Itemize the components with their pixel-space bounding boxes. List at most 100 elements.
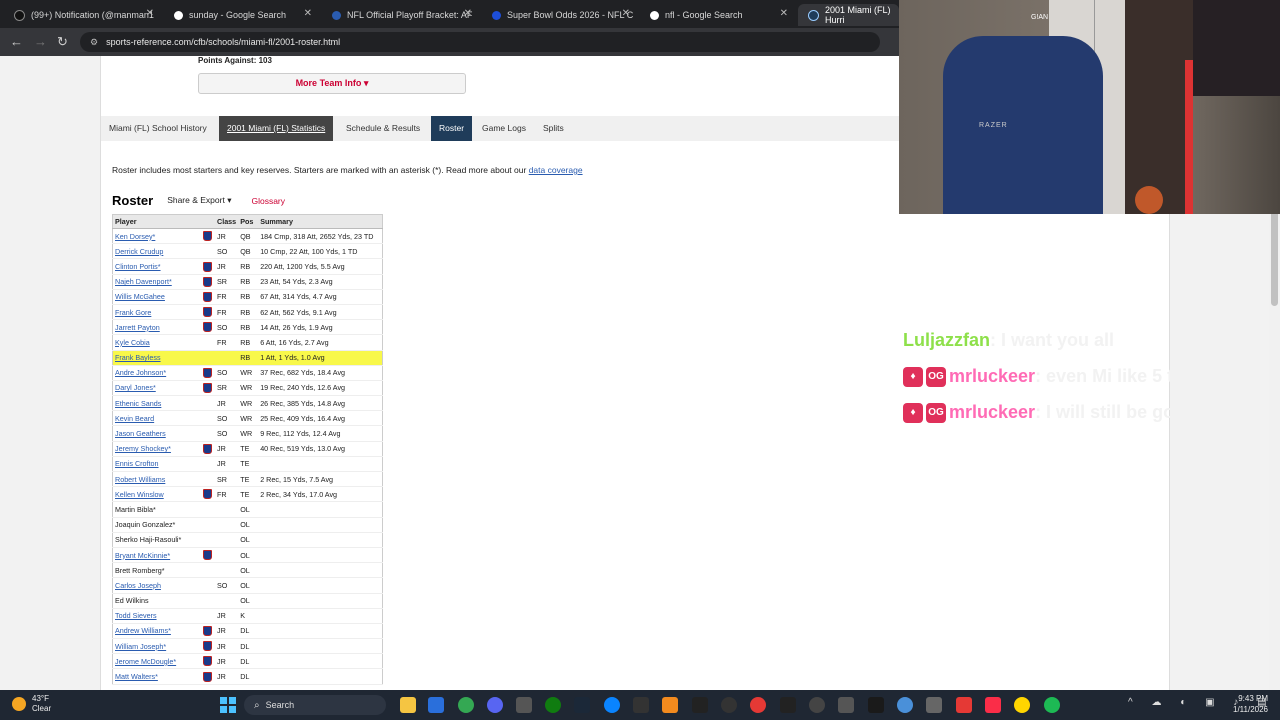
close-icon[interactable]: ✕ bbox=[464, 8, 472, 19]
spotify-icon[interactable] bbox=[1044, 697, 1060, 713]
nfl-shield-icon[interactable] bbox=[203, 322, 212, 333]
browser-tab[interactable]: nfl - Google Search ✕ bbox=[640, 4, 798, 26]
reload-icon[interactable]: ↻ bbox=[57, 34, 68, 50]
settings-icon[interactable] bbox=[721, 697, 737, 713]
player-name[interactable]: Jarrett Payton bbox=[112, 319, 201, 336]
subnav-game-logs[interactable]: Game Logs bbox=[474, 116, 534, 141]
app-icon[interactable] bbox=[1014, 697, 1030, 713]
nfl-shield-icon[interactable] bbox=[203, 261, 212, 272]
player-name[interactable]: Kyle Cobia bbox=[112, 334, 201, 351]
player-name[interactable]: Bryant McKinnie* bbox=[112, 547, 201, 564]
player-name[interactable]: Willis McGahee bbox=[112, 289, 201, 305]
player-name[interactable]: Clinton Portis* bbox=[112, 258, 201, 275]
clock[interactable]: 9:43 PM 1/11/2026 bbox=[1233, 693, 1268, 715]
app-icon[interactable] bbox=[692, 697, 708, 713]
close-icon[interactable]: ✕ bbox=[622, 8, 630, 19]
forward-icon[interactable]: → bbox=[34, 34, 47, 49]
player-name[interactable]: Andrew Williams* bbox=[112, 623, 201, 640]
subnav-school-history[interactable]: Miami (FL) School History bbox=[101, 116, 215, 141]
player-summary: 19 Rec, 240 Yds, 12.6 Avg bbox=[258, 380, 383, 397]
player-name[interactable]: Andre Johnson* bbox=[112, 365, 201, 381]
nfl-shield-icon[interactable] bbox=[203, 307, 212, 318]
column-header-pos[interactable]: Pos bbox=[238, 214, 259, 229]
player-name[interactable]: Frank Gore bbox=[112, 304, 201, 321]
xbox-icon[interactable] bbox=[545, 697, 561, 713]
player-name[interactable]: Ennis Crofton bbox=[112, 456, 201, 473]
app-icon[interactable] bbox=[516, 697, 532, 713]
browser-tab[interactable]: NFL Official Playoff Bracket: AF ✕ bbox=[322, 4, 482, 26]
nfl-shield-icon[interactable] bbox=[203, 276, 212, 287]
nfl-shield-icon[interactable] bbox=[203, 367, 212, 378]
nfl-shield-icon[interactable] bbox=[203, 656, 212, 667]
app-icon[interactable] bbox=[780, 697, 796, 713]
player-class: JR bbox=[215, 608, 239, 624]
browser-tab-active[interactable]: 2001 Miami (FL) Hurri bbox=[798, 4, 899, 26]
nfl-shield-icon[interactable] bbox=[203, 641, 212, 652]
discord-icon[interactable] bbox=[487, 697, 503, 713]
nfl-shield-icon[interactable] bbox=[203, 291, 212, 302]
column-header-summary[interactable]: Summary bbox=[258, 214, 383, 229]
taskbar-search[interactable]: ⌕ Search bbox=[244, 695, 386, 715]
steam-icon[interactable] bbox=[574, 697, 590, 713]
browser-tab[interactable]: (99+) Notification (@manman1 ✕ bbox=[4, 4, 164, 26]
nfl-shield-icon[interactable] bbox=[203, 231, 212, 242]
close-icon[interactable]: ✕ bbox=[304, 8, 312, 19]
player-name[interactable]: Jerome McDougle* bbox=[112, 653, 201, 670]
subnav-statistics[interactable]: 2001 Miami (FL) Statistics bbox=[219, 116, 334, 141]
site-info-icon[interactable]: ⚙ bbox=[90, 37, 98, 48]
edge-icon[interactable] bbox=[604, 697, 620, 713]
subnav-schedule[interactable]: Schedule & Results bbox=[338, 116, 428, 141]
player-name[interactable]: Kellen Winslow bbox=[112, 486, 201, 503]
player-name[interactable]: Ken Dorsey* bbox=[112, 228, 201, 245]
nfl-shield-icon[interactable] bbox=[203, 550, 212, 561]
file-explorer-icon[interactable] bbox=[400, 697, 416, 713]
nfl-shield-icon[interactable] bbox=[203, 443, 212, 454]
app-icon[interactable] bbox=[662, 697, 678, 713]
more-team-info-button[interactable]: More Team Info ▾ bbox=[198, 73, 466, 94]
close-icon[interactable]: ✕ bbox=[146, 8, 154, 19]
windows-start-icon[interactable] bbox=[220, 697, 236, 713]
player-name[interactable]: Ethenic Sands bbox=[112, 395, 201, 412]
player-name[interactable]: Kevin Beard bbox=[112, 410, 201, 427]
player-name[interactable]: Derrick Crudup bbox=[112, 243, 201, 260]
app-icon[interactable] bbox=[897, 697, 913, 713]
column-header-player[interactable]: Player bbox=[112, 214, 201, 229]
nfl-shield-icon[interactable] bbox=[203, 671, 212, 682]
player-name[interactable]: William Joseph* bbox=[112, 638, 201, 655]
subnav-splits[interactable]: Splits bbox=[535, 116, 572, 141]
player-name[interactable]: Daryl Jones* bbox=[112, 380, 201, 397]
subnav-roster[interactable]: Roster bbox=[431, 116, 473, 141]
chrome-icon[interactable] bbox=[458, 697, 474, 713]
player-name[interactable]: Frank Bayless bbox=[112, 350, 201, 366]
app-icon[interactable] bbox=[926, 697, 942, 713]
player-name[interactable]: Carlos Joseph bbox=[112, 577, 201, 594]
nfl-shield-icon[interactable] bbox=[203, 489, 212, 500]
record-icon[interactable] bbox=[750, 697, 766, 713]
weather-widget[interactable]: 43°F Clear bbox=[12, 694, 51, 714]
player-name[interactable]: Matt Walters* bbox=[112, 668, 201, 685]
browser-tab[interactable]: sunday - Google Search ✕ bbox=[164, 4, 322, 26]
store-icon[interactable] bbox=[428, 697, 444, 713]
close-icon[interactable]: ✕ bbox=[780, 8, 788, 19]
player-name[interactable]: Todd Sievers bbox=[112, 608, 201, 624]
glossary-link[interactable]: Glossary bbox=[251, 196, 285, 206]
player-name[interactable]: Najeh Davenport* bbox=[112, 274, 201, 290]
table-row: Martin Bibla* OL bbox=[112, 501, 383, 518]
app-icon[interactable] bbox=[633, 697, 649, 713]
app-icon[interactable] bbox=[868, 697, 884, 713]
back-icon[interactable]: ← bbox=[10, 34, 23, 49]
player-name[interactable]: Jeremy Shockey* bbox=[112, 441, 201, 457]
column-header-class[interactable]: Class bbox=[215, 214, 239, 229]
browser-tab[interactable]: Super Bowl Odds 2026 - NFL C ✕ bbox=[482, 4, 640, 26]
app-icon[interactable] bbox=[838, 697, 854, 713]
address-bar[interactable]: ⚙ sports-reference.com/cfb/schools/miami… bbox=[80, 32, 880, 52]
player-name[interactable]: Jason Geathers bbox=[112, 425, 201, 442]
nfl-shield-icon[interactable] bbox=[203, 383, 212, 394]
data-coverage-link[interactable]: data coverage bbox=[529, 165, 583, 175]
app-icon[interactable] bbox=[956, 697, 972, 713]
nfl-shield-icon[interactable] bbox=[203, 626, 212, 637]
share-export-button[interactable]: Share & Export ▾ bbox=[167, 195, 231, 206]
music-icon[interactable] bbox=[985, 697, 1001, 713]
player-name[interactable]: Robert Williams bbox=[112, 471, 201, 488]
app-icon[interactable] bbox=[809, 697, 825, 713]
